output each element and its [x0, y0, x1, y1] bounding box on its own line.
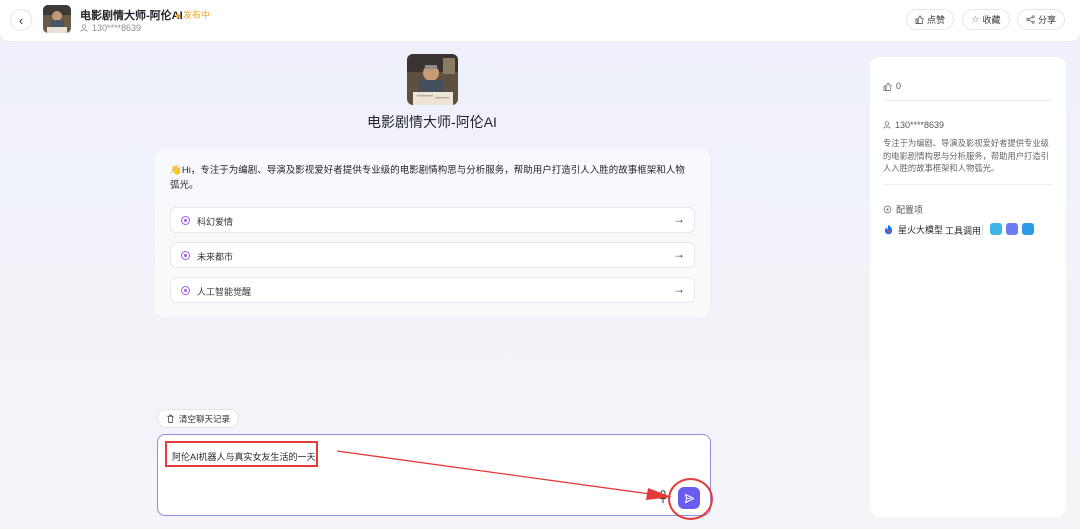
- highlight-box: [165, 441, 318, 467]
- divider: [883, 100, 1053, 101]
- greeting-card: 👋Hi，专注于为编剧、导演及影视爱好者提供专业级的电影剧情构思与分析服务，帮助用…: [155, 149, 710, 317]
- app-avatar: [43, 5, 71, 33]
- settings-icon: [883, 205, 892, 214]
- tool-icon[interactable]: [1022, 223, 1034, 235]
- status-badge: 发布中: [176, 8, 210, 21]
- arrow-right-icon: →: [673, 212, 685, 226]
- greeting-text: 👋Hi，专注于为编剧、导演及影视爱好者提供专业级的电影剧情构思与分析服务，帮助用…: [170, 165, 685, 191]
- model-item: 星火大模型: [883, 223, 943, 236]
- info-panel: 0 130****8639 专注于为编剧、导演及影视爱好者提供专业级的电影剧情构…: [870, 57, 1066, 517]
- tool-icon[interactable]: [1006, 223, 1018, 235]
- like-button[interactable]: 点赞: [906, 9, 954, 30]
- suggestion-item[interactable]: 未来都市 →: [170, 242, 695, 268]
- owner-info: 130****8639: [80, 23, 141, 33]
- top-header: ‹ 电影剧情大师-阿伦AI 发布中 130****8639 点赞 ☆ 收藏 分享: [0, 0, 1080, 42]
- panel-description: 专注于为编剧、导演及影视爱好者提供专业级的电影剧情构思与分析服务，帮助用户打造引…: [883, 138, 1049, 173]
- back-button[interactable]: ‹: [10, 9, 32, 31]
- microphone-icon[interactable]: [658, 490, 668, 504]
- share-button[interactable]: 分享: [1017, 9, 1065, 30]
- favorite-button[interactable]: ☆ 收藏: [962, 9, 1010, 30]
- suggestion-item[interactable]: 科幻爱情 →: [170, 207, 695, 233]
- star-icon: ☆: [971, 14, 980, 24]
- trash-icon: [167, 414, 174, 423]
- config-heading: 配置项: [883, 203, 923, 216]
- panel-owner: 130****8639: [883, 120, 944, 130]
- chevron-left-icon: ‹: [18, 12, 24, 28]
- thumbs-up-icon: [915, 15, 924, 24]
- app-title: 电影剧情大师-阿伦AI: [80, 10, 183, 22]
- suggestion-item[interactable]: 人工智能觉醒 →: [170, 277, 695, 303]
- tools-label: 工具调用: [945, 226, 982, 236]
- user-icon: [883, 121, 891, 129]
- bullet-icon: [181, 251, 190, 260]
- share-icon: [1026, 15, 1035, 24]
- like-count: 0: [883, 81, 901, 91]
- bot-name: 电影剧情大师-阿伦AI: [367, 114, 497, 130]
- bullet-icon: [181, 216, 190, 225]
- divider: [883, 184, 1053, 185]
- bot-avatar: [407, 54, 458, 105]
- clear-history-button[interactable]: 清空聊天记录: [157, 409, 239, 428]
- user-icon: [80, 24, 88, 32]
- thumbs-up-icon: [883, 81, 892, 91]
- spark-logo-icon: [884, 224, 893, 235]
- separator: [982, 224, 983, 235]
- highlight-circle: [668, 478, 713, 520]
- arrow-right-icon: →: [673, 247, 685, 261]
- arrow-right-icon: →: [673, 282, 685, 296]
- bullet-icon: [181, 286, 190, 295]
- tool-icon[interactable]: [990, 223, 1002, 235]
